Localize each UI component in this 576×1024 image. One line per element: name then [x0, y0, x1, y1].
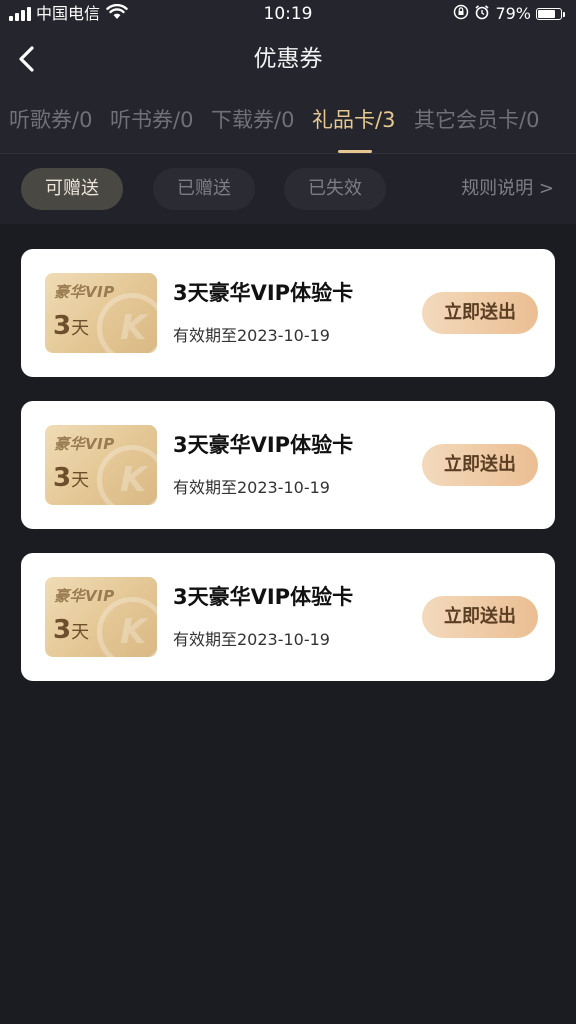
card-expiry: 有效期至2023-10-19	[173, 630, 330, 649]
vip-card-thumbnail: 豪华VIP 3天	[45, 273, 157, 353]
k-logo-watermark	[97, 445, 157, 505]
alarm-icon	[474, 4, 490, 24]
card-expiry: 有效期至2023-10-19	[173, 478, 330, 497]
vip-card-thumbnail: 豪华VIP 3天	[45, 425, 157, 505]
gift-card-item: 豪华VIP 3天 3天豪华VIP体验卡 有效期至2023-10-19 立即送出	[21, 401, 555, 529]
vip-card-thumbnail: 豪华VIP 3天	[45, 577, 157, 657]
thumb-days: 3天	[53, 615, 89, 645]
nav-bar: 优惠券	[0, 30, 576, 88]
card-title: 3天豪华VIP体验卡	[173, 433, 354, 457]
send-now-button[interactable]: 立即送出	[422, 596, 538, 638]
active-tab-indicator	[338, 150, 372, 153]
thumb-days-unit: 天	[71, 318, 90, 339]
status-bar: 中国电信 10:19 79%	[0, 0, 576, 30]
coupon-tabs: 听歌券/0 听书券/0 下载券/0 礼品卡/3 其它会员卡/0	[0, 88, 576, 154]
k-logo-watermark	[97, 293, 157, 353]
thumb-brand: 豪华VIP	[54, 435, 115, 453]
thumb-brand: 豪华VIP	[54, 283, 115, 301]
status-right: 79%	[453, 4, 565, 24]
send-now-button[interactable]: 立即送出	[422, 292, 538, 334]
card-title: 3天豪华VIP体验卡	[173, 281, 354, 305]
page-title: 优惠券	[253, 46, 323, 72]
thumb-days-number: 3	[53, 311, 72, 341]
thumb-brand: 豪华VIP	[54, 587, 115, 605]
card-expiry: 有效期至2023-10-19	[173, 326, 330, 345]
k-logo-watermark	[97, 597, 157, 657]
rules-link[interactable]: 规则说明 >	[461, 178, 554, 200]
filter-bar: 可赠送 已赠送 已失效 规则说明 >	[0, 154, 576, 224]
card-title: 3天豪华VIP体验卡	[173, 585, 354, 609]
gift-card-item: 豪华VIP 3天 3天豪华VIP体验卡 有效期至2023-10-19 立即送出	[21, 553, 555, 681]
gift-card-item: 豪华VIP 3天 3天豪华VIP体验卡 有效期至2023-10-19 立即送出	[21, 249, 555, 377]
filter-expired[interactable]: 已失效	[284, 168, 386, 210]
tab-song-coupon[interactable]: 听歌券/0	[9, 106, 92, 134]
filter-giftable[interactable]: 可赠送	[21, 168, 123, 210]
battery-icon	[536, 8, 565, 20]
tab-other-membership-card[interactable]: 其它会员卡/0	[414, 106, 539, 134]
tab-download-coupon[interactable]: 下载券/0	[211, 106, 294, 134]
tab-gift-card[interactable]: 礼品卡/3	[312, 106, 395, 134]
battery-percent: 79%	[495, 4, 531, 23]
send-now-button[interactable]: 立即送出	[422, 444, 538, 486]
orientation-lock-icon	[453, 4, 469, 24]
thumb-days-number: 3	[53, 615, 72, 645]
thumb-days: 3天	[53, 463, 89, 493]
thumb-days-unit: 天	[71, 470, 90, 491]
tab-book-coupon[interactable]: 听书券/0	[110, 106, 193, 134]
filter-gifted[interactable]: 已赠送	[153, 168, 255, 210]
battery-fill	[538, 10, 556, 18]
thumb-days: 3天	[53, 311, 89, 341]
thumb-days-unit: 天	[71, 622, 90, 643]
thumb-days-number: 3	[53, 463, 72, 493]
